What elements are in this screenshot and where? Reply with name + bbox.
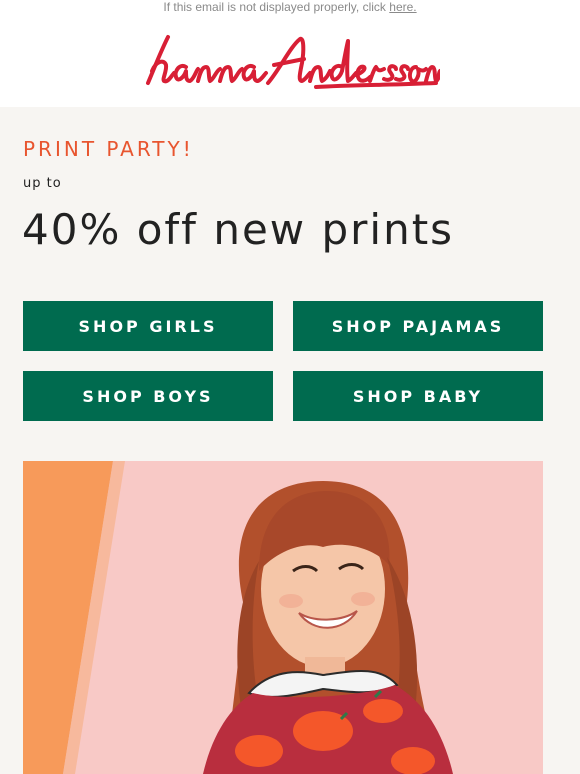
promo-section: PRINT PARTY! up to 40% off new prints SH… xyxy=(0,107,580,774)
shop-boys-button[interactable]: SHOP BOYS xyxy=(23,371,273,421)
header xyxy=(0,14,580,107)
promo-headline: 40% off new prints xyxy=(22,205,455,254)
brand-logo[interactable] xyxy=(140,31,440,91)
preheader: If this email is not displayed properly,… xyxy=(0,0,580,14)
promo-eyebrow: PRINT PARTY! xyxy=(23,137,194,161)
view-in-browser-link[interactable]: here. xyxy=(389,0,416,14)
hero-image[interactable] xyxy=(23,461,543,774)
promo-prefix: up to xyxy=(23,176,62,191)
shop-baby-button[interactable]: SHOP BABY xyxy=(293,371,543,421)
hero-photo-illustration xyxy=(23,461,543,774)
shop-girls-button[interactable]: SHOP GIRLS xyxy=(23,301,273,351)
preheader-text: If this email is not displayed properly,… xyxy=(163,0,386,14)
shop-pajamas-button[interactable]: SHOP PAJAMAS xyxy=(293,301,543,351)
hanna-andersson-logo xyxy=(146,34,440,89)
